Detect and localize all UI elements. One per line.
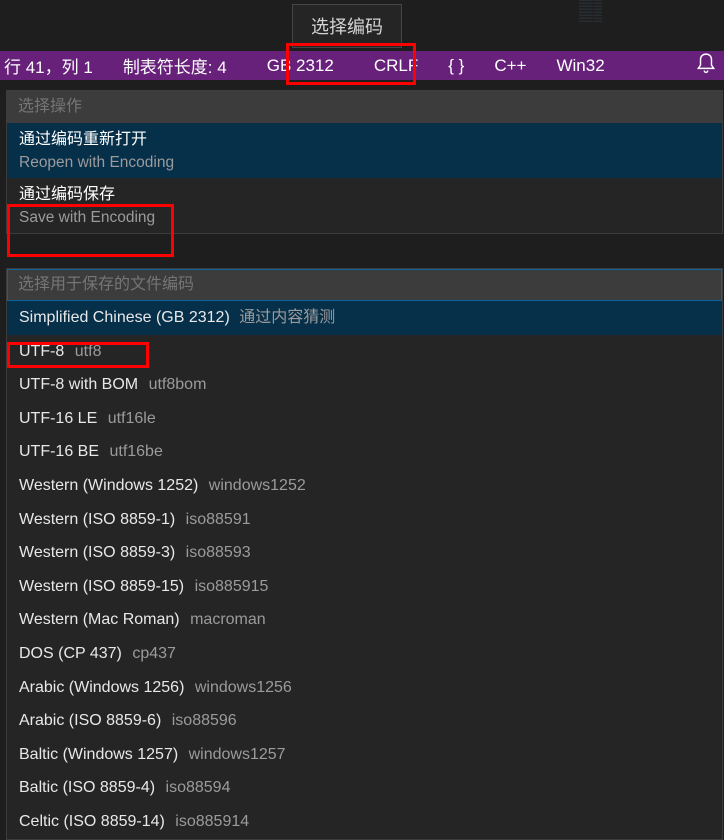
encoding-alias: iso88591 (186, 511, 251, 528)
encoding-row[interactable]: Western (ISO 8859-1) iso88591 (7, 503, 722, 537)
status-encoding[interactable]: GB 2312 (253, 54, 348, 78)
encoding-name: Western (ISO 8859-1) (19, 511, 175, 528)
encoding-row[interactable]: UTF-16 LE utf16le (7, 402, 722, 436)
encoding-row[interactable]: Simplified Chinese (GB 2312) 通过内容猜测 (7, 301, 722, 335)
encoding-name: Western (ISO 8859-3) (19, 544, 175, 561)
status-eol[interactable]: CRLF (370, 54, 422, 78)
encoding-alias: macroman (190, 611, 266, 628)
minimap: IIIIIIIIIIIIIIIIIIIIIIIIIIIIIIIIIIIIIIII… (579, 0, 724, 50)
encoding-name: Arabic (ISO 8859-6) (19, 712, 161, 729)
encoding-row[interactable]: Arabic (Windows 1256) windows1256 (7, 671, 722, 705)
encoding-alias: iso88593 (186, 544, 251, 561)
encoding-alias: windows1252 (209, 477, 306, 494)
encoding-alias: windows1256 (195, 679, 292, 696)
encoding-row[interactable]: Baltic (Windows 1257) windows1257 (7, 738, 722, 772)
encoding-alias: utf16be (109, 443, 162, 460)
status-braces[interactable]: { } (444, 54, 468, 78)
status-language[interactable]: C++ (490, 54, 530, 78)
encoding-name: Baltic (ISO 8859-4) (19, 779, 155, 796)
action-row-reopen[interactable]: 通过编码重新打开 Reopen with Encoding (7, 123, 722, 178)
encoding-row[interactable]: DOS (CP 437) cp437 (7, 637, 722, 671)
encoding-row[interactable]: Celtic (ISO 8859-14) iso885914 (7, 805, 722, 839)
encoding-name: UTF-8 (19, 343, 64, 360)
action-picker-input[interactable] (7, 91, 722, 123)
action-row-secondary: Reopen with Encoding (19, 152, 710, 174)
status-cursor[interactable]: 行 41，列 1 (0, 51, 97, 80)
encoding-row[interactable]: Arabic (ISO 8859-6) iso88596 (7, 704, 722, 738)
encoding-name: Celtic (ISO 8859-14) (19, 813, 165, 830)
encoding-name: DOS (CP 437) (19, 645, 122, 662)
encoding-row[interactable]: UTF-16 BE utf16be (7, 435, 722, 469)
encoding-alias: cp437 (132, 645, 176, 662)
encoding-alias: utf8bom (149, 376, 207, 393)
encoding-name: Simplified Chinese (GB 2312) (19, 309, 230, 326)
action-picker: 通过编码重新打开 Reopen with Encoding 通过编码保存 Sav… (6, 90, 723, 234)
action-row-secondary: Save with Encoding (19, 207, 710, 229)
status-target[interactable]: Win32 (552, 54, 608, 78)
encoding-row[interactable]: UTF-8 with BOM utf8bom (7, 368, 722, 402)
encoding-row[interactable]: Baltic (ISO 8859-4) iso88594 (7, 771, 722, 805)
encoding-row[interactable]: Western (ISO 8859-3) iso88593 (7, 536, 722, 570)
encoding-name: UTF-16 BE (19, 443, 99, 460)
encoding-name: UTF-8 with BOM (19, 376, 138, 393)
action-row-primary: 通过编码重新打开 (19, 129, 710, 151)
encoding-picker-input[interactable] (7, 269, 722, 301)
encoding-tooltip: 选择编码 (292, 4, 402, 48)
encoding-row[interactable]: Western (Mac Roman) macroman (7, 603, 722, 637)
encoding-alias: iso885915 (195, 578, 269, 595)
encoding-guessed-hint: 通过内容猜测 (239, 309, 335, 326)
encoding-alias: utf8 (75, 343, 102, 360)
encoding-alias: iso88594 (166, 779, 231, 796)
encoding-alias: iso88596 (172, 712, 237, 729)
status-tabsize[interactable]: 制表符长度: 4 (119, 51, 231, 80)
status-bar: 行 41，列 1 制表符长度: 4 GB 2312 CRLF { } C++ W… (0, 51, 724, 80)
action-row-save[interactable]: 通过编码保存 Save with Encoding (7, 178, 722, 233)
action-row-primary: 通过编码保存 (19, 184, 710, 206)
encoding-name: Western (Windows 1252) (19, 477, 198, 494)
encoding-name: UTF-16 LE (19, 410, 97, 427)
encoding-alias: windows1257 (189, 746, 286, 763)
encoding-row[interactable]: Western (ISO 8859-15) iso885915 (7, 570, 722, 604)
encoding-name: Western (Mac Roman) (19, 611, 180, 628)
action-picker-list: 通过编码重新打开 Reopen with Encoding 通过编码保存 Sav… (7, 123, 722, 233)
encoding-picker: Simplified Chinese (GB 2312) 通过内容猜测 UTF-… (6, 268, 723, 840)
encoding-name: Arabic (Windows 1256) (19, 679, 184, 696)
encoding-row[interactable]: UTF-8 utf8 (7, 335, 722, 369)
notification-bell-icon[interactable] (697, 53, 717, 77)
encoding-row[interactable]: Western (Windows 1252) windows1252 (7, 469, 722, 503)
encoding-alias: iso885914 (175, 813, 249, 830)
encoding-alias: utf16le (108, 410, 156, 427)
encoding-name: Baltic (Windows 1257) (19, 746, 178, 763)
encoding-name: Western (ISO 8859-15) (19, 578, 184, 595)
